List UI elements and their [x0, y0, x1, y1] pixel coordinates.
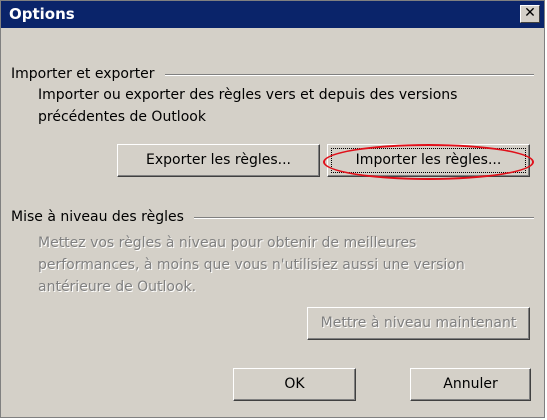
upgrade-heading: Mise à niveau des règles — [11, 207, 194, 227]
title-bar: Options ✕ — [1, 1, 544, 28]
options-dialog: Options ✕ Importer et exporter Importer … — [0, 0, 545, 418]
export-rules-button[interactable]: Exporter les règles... — [117, 144, 320, 177]
import-export-description-line2: précédentes de Outlook — [38, 109, 206, 125]
import-export-description-line1: Importer ou exporter des règles vers et … — [38, 87, 458, 103]
upgrade-now-button[interactable]: Mettre à niveau maintenant — [307, 307, 530, 340]
close-icon: ✕ — [524, 5, 536, 21]
ok-button[interactable]: OK — [233, 368, 356, 401]
cancel-button[interactable]: Annuler — [410, 368, 531, 401]
window-title: Options — [9, 5, 75, 23]
upgrade-description-line1: Mettez vos règles à niveau pour obtenir … — [38, 235, 417, 251]
import-rules-button[interactable]: Importer les règles... — [327, 144, 530, 177]
close-button[interactable]: ✕ — [520, 5, 540, 23]
upgrade-description-line3: antérieure de Outlook. — [38, 279, 197, 295]
upgrade-description-line2: performances, à moins que vous n'utilisi… — [38, 257, 465, 273]
import-export-heading: Importer et exporter — [11, 64, 165, 84]
